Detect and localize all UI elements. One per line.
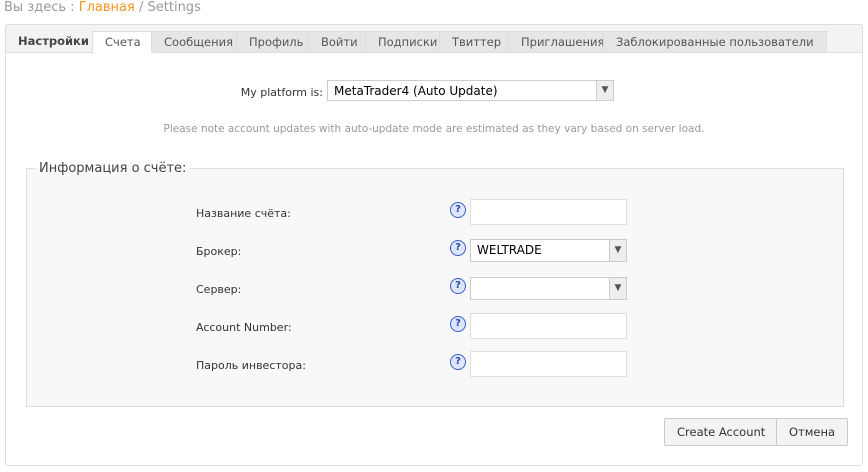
field-label: Брокер: bbox=[196, 245, 242, 258]
field-label: Сервер: bbox=[196, 283, 242, 296]
field-label: Account Number: bbox=[196, 321, 292, 334]
tab-settings[interactable]: Настройки bbox=[6, 31, 101, 51]
chevron-down-icon: ▼ bbox=[609, 278, 626, 299]
help-icon[interactable]: ? bbox=[450, 316, 466, 332]
field-label: Пароль инвестора: bbox=[196, 359, 306, 372]
breadcrumb: Вы здесь : Главная / Settings bbox=[4, 0, 201, 15]
help-icon[interactable]: ? bbox=[450, 354, 466, 370]
field-input[interactable] bbox=[470, 351, 627, 377]
tab-login[interactable]: Войти bbox=[308, 31, 371, 52]
chevron-down-icon: ▼ bbox=[609, 240, 626, 261]
breadcrumb-separator: / bbox=[138, 0, 144, 15]
tab-subscriptions[interactable]: Подписки bbox=[365, 31, 451, 52]
help-icon[interactable]: ? bbox=[450, 278, 466, 294]
platform-value: MetaTrader4 (Auto Update) bbox=[334, 84, 498, 98]
field-select[interactable]: ▼ bbox=[470, 277, 627, 300]
update-note: Please note account updates with auto-up… bbox=[163, 123, 705, 135]
breadcrumb-current: Settings bbox=[147, 0, 201, 15]
chevron-down-icon: ▼ bbox=[596, 81, 613, 100]
field-input[interactable] bbox=[470, 199, 627, 225]
field-select[interactable]: WELTRADE ▼ bbox=[470, 239, 627, 262]
create-account-button[interactable]: Create Account bbox=[664, 418, 779, 446]
cancel-button[interactable]: Отмена bbox=[776, 418, 849, 446]
platform-select[interactable]: MetaTrader4 (Auto Update) ▼ bbox=[327, 80, 614, 101]
tab-messages[interactable]: Сообщения bbox=[151, 31, 247, 52]
account-info-legend: Информация о счёте: bbox=[39, 161, 187, 176]
platform-label: My platform is: bbox=[240, 86, 323, 99]
help-icon[interactable]: ? bbox=[450, 202, 466, 218]
breadcrumb-home-link[interactable]: Главная bbox=[79, 0, 135, 15]
tab-bar: Настройки Счета Сообщения Профиль Войти … bbox=[6, 25, 862, 54]
breadcrumb-prefix: Вы здесь : bbox=[4, 0, 75, 15]
field-input[interactable] bbox=[470, 313, 627, 339]
tab-invitations[interactable]: Приглашения bbox=[508, 31, 618, 52]
settings-panel: Настройки Счета Сообщения Профиль Войти … bbox=[5, 24, 863, 466]
tab-accounts[interactable]: Счета bbox=[92, 31, 154, 54]
field-label: Название счёта: bbox=[196, 207, 291, 220]
tab-blocked-users[interactable]: Заблокированные пользователи bbox=[603, 31, 827, 52]
tab-twitter[interactable]: Твиттер bbox=[439, 31, 515, 52]
account-info-fieldset: Информация о счёте: bbox=[26, 161, 844, 407]
tab-profile[interactable]: Профиль bbox=[236, 31, 317, 52]
help-icon[interactable]: ? bbox=[450, 240, 466, 256]
field-select-value: WELTRADE bbox=[477, 243, 542, 257]
